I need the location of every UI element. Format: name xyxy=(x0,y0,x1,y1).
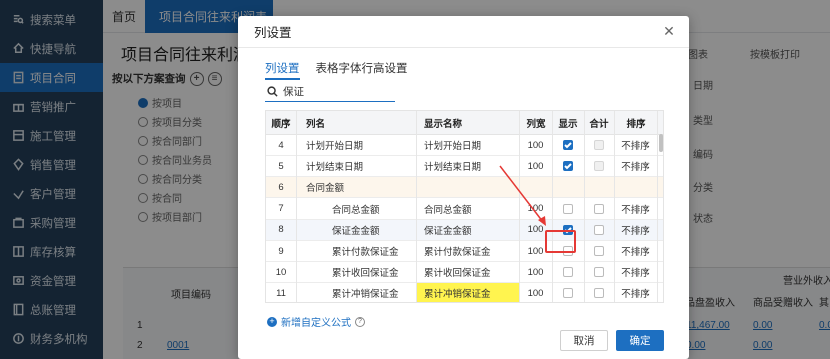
checkbox-icon xyxy=(563,203,573,214)
col-name-cell: 合同金额 xyxy=(306,183,345,195)
checkbox-icon xyxy=(563,140,573,150)
seq-cell: 9 xyxy=(278,245,284,257)
total-checkbox[interactable] xyxy=(584,199,614,219)
col-name-cell: 计划结束日期 xyxy=(306,162,364,174)
checkbox-icon xyxy=(594,224,604,235)
seq-cell: 6 xyxy=(278,181,284,193)
seq-cell: 4 xyxy=(278,139,284,151)
grid-header: 顺序 列名 显示名称 列宽 显示 合计 排序 xyxy=(266,111,663,135)
show-checkbox[interactable] xyxy=(552,283,584,302)
header-seq: 顺序 xyxy=(271,118,291,130)
header-sort: 排序 xyxy=(626,118,646,130)
add-custom-formula-link[interactable]: + 新增自定义公式 ? xyxy=(267,314,365,329)
col-name-cell: 合同总金额 xyxy=(332,204,380,216)
show-checkbox[interactable] xyxy=(552,199,584,219)
total-checkbox[interactable] xyxy=(584,262,614,282)
grid-row[interactable]: 8 保证金金额 保证金金额 100 不排序 xyxy=(266,219,663,241)
checkbox-icon xyxy=(594,288,604,299)
checkbox-icon xyxy=(563,267,573,278)
sort-select[interactable]: 不排序 xyxy=(614,262,657,282)
display-name-input[interactable]: 计划结束日期 xyxy=(416,156,519,176)
checkbox-icon xyxy=(563,288,573,299)
display-name-input[interactable]: 合同总金额 xyxy=(416,199,519,219)
col-name-cell: 累计冲销保证金 xyxy=(332,289,399,301)
sort-select[interactable]: 不排序 xyxy=(614,283,657,302)
checkbox-icon xyxy=(594,161,604,172)
total-checkbox[interactable] xyxy=(584,241,614,261)
width-input[interactable]: 100 xyxy=(519,135,552,155)
grid-row[interactable]: 6 合同金额 xyxy=(266,177,663,199)
search-input[interactable]: 保证 xyxy=(283,84,304,99)
close-icon[interactable]: ✕ xyxy=(661,23,677,39)
grid-row[interactable]: 11 累计冲销保证金 累计冲销保证金 100 不排序 xyxy=(266,283,663,302)
grid-row[interactable]: 9 累计付款保证金 累计付款保证金 100 不排序 xyxy=(266,241,663,262)
total-checkbox[interactable] xyxy=(584,135,614,155)
show-checkbox[interactable] xyxy=(552,156,584,176)
total-checkbox[interactable] xyxy=(584,283,614,302)
col-name-cell: 计划开始日期 xyxy=(306,141,364,152)
show-checkbox[interactable] xyxy=(552,135,584,155)
display-name-input[interactable]: 累计收回保证金 xyxy=(416,262,519,282)
column-settings-dialog: 列设置 ✕ 列设置 表格字体行高设置 保证 顺序 列名 显示名称 列宽 显示 合… xyxy=(238,16,689,359)
dialog-tabs: 列设置 表格字体行高设置 xyxy=(265,60,408,80)
checkbox-icon xyxy=(594,203,604,214)
header-display-name: 显示名称 xyxy=(424,118,463,130)
grid-row[interactable]: 5 计划结束日期 计划结束日期 100 不排序 xyxy=(266,156,663,178)
grid-row[interactable]: 7 合同总金额 合同总金额 100 不排序 xyxy=(266,198,663,220)
checkbox-icon xyxy=(594,246,604,256)
cancel-button[interactable]: 取消 xyxy=(560,330,608,351)
show-checkbox[interactable] xyxy=(552,262,584,282)
checkbox-icon xyxy=(594,140,604,150)
width-input[interactable]: 100 xyxy=(519,283,552,302)
annotation-highlight-box xyxy=(545,230,576,253)
display-name-input[interactable]: 累计付款保证金 xyxy=(416,241,519,261)
sort-select[interactable]: 不排序 xyxy=(614,199,657,219)
sort-select[interactable]: 不排序 xyxy=(614,241,657,261)
grid-row[interactable]: 4 计划开始日期 计划开始日期 100 不排序 xyxy=(266,135,663,156)
seq-cell: 11 xyxy=(276,287,286,299)
header-show: 显示 xyxy=(558,118,578,130)
confirm-button[interactable]: 确定 xyxy=(616,330,664,351)
checkbox-icon xyxy=(563,161,573,172)
width-input[interactable]: 100 xyxy=(519,262,552,282)
plus-icon: + xyxy=(267,316,277,327)
tab-column-settings[interactable]: 列设置 xyxy=(265,60,300,80)
seq-cell: 8 xyxy=(278,224,284,236)
search-icon xyxy=(267,86,278,97)
width-input[interactable]: 100 xyxy=(519,156,552,176)
col-name-cell: 累计收回保证金 xyxy=(332,268,399,280)
seq-cell: 5 xyxy=(278,160,284,172)
tab-font-row-height[interactable]: 表格字体行高设置 xyxy=(316,60,408,80)
app-window: 搜索菜单 快捷导航 项目合同 营销推广 施工管理 销售管理 客户管理 采购管理 库存核算 资金管理… xyxy=(0,0,830,359)
sort-select[interactable]: 不排序 xyxy=(614,220,657,240)
header-col-name: 列名 xyxy=(306,118,326,130)
width-input[interactable]: 100 xyxy=(519,199,552,219)
dialog-title: 列设置 xyxy=(238,16,689,48)
sort-select[interactable]: 不排序 xyxy=(614,135,657,155)
checkbox-icon xyxy=(594,267,604,278)
grid-row[interactable]: 10 累计收回保证金 累计收回保证金 100 不排序 xyxy=(266,262,663,284)
col-name-cell: 保证金金额 xyxy=(332,225,380,237)
total-checkbox[interactable] xyxy=(584,156,614,176)
header-width: 列宽 xyxy=(526,118,546,130)
help-icon[interactable]: ? xyxy=(355,316,365,327)
total-checkbox[interactable] xyxy=(584,220,614,240)
seq-cell: 10 xyxy=(275,266,287,278)
display-name-input[interactable]: 累计冲销保证金 xyxy=(416,283,519,302)
display-name-input[interactable]: 保证金金额 xyxy=(416,220,519,240)
column-grid: 顺序 列名 显示名称 列宽 显示 合计 排序 4 计划开始日期 计划开始日期 100 不… xyxy=(265,110,664,303)
display-name-input[interactable]: 计划开始日期 xyxy=(416,135,519,155)
seq-cell: 7 xyxy=(278,203,284,215)
col-name-cell: 累计付款保证金 xyxy=(332,247,399,258)
grid-scrollbar[interactable] xyxy=(659,134,663,152)
column-search[interactable]: 保证 xyxy=(265,82,395,102)
header-total: 合计 xyxy=(589,118,609,130)
sort-select[interactable]: 不排序 xyxy=(614,156,657,176)
